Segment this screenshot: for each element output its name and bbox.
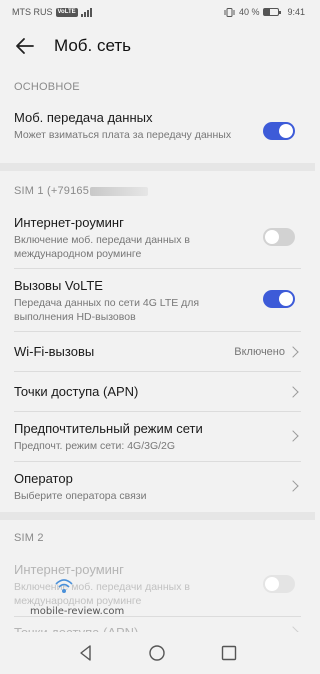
sim1-roaming-subtitle: Включение моб. передачи данных в междуна… (14, 234, 190, 260)
divider (14, 331, 301, 332)
apn-row[interactable]: Точки доступа (APN) (0, 384, 315, 400)
toggle-knob (265, 230, 279, 244)
navigation-bar (0, 632, 315, 674)
header: Моб. сеть (0, 24, 315, 68)
operator-subtitle: Выберите оператора связи (14, 490, 147, 502)
operator-row[interactable]: Оператор Выберите оператора связи (0, 471, 315, 503)
sim2-roaming-toggle (263, 575, 295, 593)
volte-calls-toggle[interactable] (263, 290, 295, 308)
network-mode-subtitle: Предпочт. режим сети: 4G/3G/2G (14, 440, 176, 452)
page-title: Моб. сеть (54, 36, 132, 55)
section-label-sim2: SIM 2 (14, 532, 44, 544)
divider (14, 268, 301, 269)
nav-recents-icon[interactable] (220, 644, 238, 662)
watermark-logo-icon (55, 579, 73, 593)
section-separator (0, 512, 315, 520)
divider (14, 461, 301, 462)
nav-home-icon[interactable] (148, 644, 166, 662)
status-right: 40 % 9:41 (224, 7, 305, 17)
battery-icon (263, 8, 282, 16)
battery-fill (264, 9, 271, 15)
toggle-knob (279, 124, 293, 138)
nav-back-icon[interactable] (77, 644, 95, 662)
sim2-roaming-subtitle: Включение моб. передачи данных в междуна… (14, 581, 190, 607)
signal-icon (80, 7, 92, 17)
volte-calls-subtitle: Передача данных по сети 4G LTE для выпол… (14, 297, 200, 323)
sim1-roaming-title: Интернет-роуминг (14, 215, 124, 230)
section-label-main: ОСНОВНОЕ (14, 81, 80, 93)
status-bar: MTS RUS VoLTE 40 % 9:41 (0, 0, 315, 24)
mobile-data-title: Моб. передача данных (14, 110, 153, 125)
vibrate-icon (224, 7, 235, 17)
apn-title: Точки доступа (APN) (14, 384, 139, 399)
divider (14, 371, 301, 372)
masked-number (90, 186, 149, 196)
section-separator (0, 163, 315, 171)
watermark-text: mobile-review.com (30, 606, 125, 617)
section-label-sim1: SIM 1 (+79165 (14, 185, 149, 197)
carrier-name: MTS RUS (12, 7, 53, 17)
status-left: MTS RUS VoLTE (12, 7, 92, 17)
clock: 9:41 (287, 7, 305, 17)
network-mode-title: Предпочтительный режим сети (14, 421, 203, 436)
volte-badge: VoLTE (55, 7, 78, 17)
sim1-roaming-toggle[interactable] (263, 228, 295, 246)
mobile-data-subtitle: Может взиматься плата за передачу данных (14, 129, 232, 141)
mobile-data-toggle[interactable] (263, 122, 295, 140)
toggle-knob (265, 577, 279, 591)
wifi-calls-value: Включено (234, 346, 285, 358)
back-arrow-icon[interactable] (14, 35, 36, 57)
sim1-label-text: SIM 1 (+79165 (14, 185, 90, 197)
battery-percent: 40 % (238, 7, 260, 17)
toggle-knob (279, 292, 293, 306)
volte-calls-title: Вызовы VoLTE (14, 278, 103, 293)
operator-title: Оператор (14, 471, 73, 486)
network-mode-row[interactable]: Предпочтительный режим сети Предпочт. ре… (0, 421, 315, 453)
divider (14, 411, 301, 412)
